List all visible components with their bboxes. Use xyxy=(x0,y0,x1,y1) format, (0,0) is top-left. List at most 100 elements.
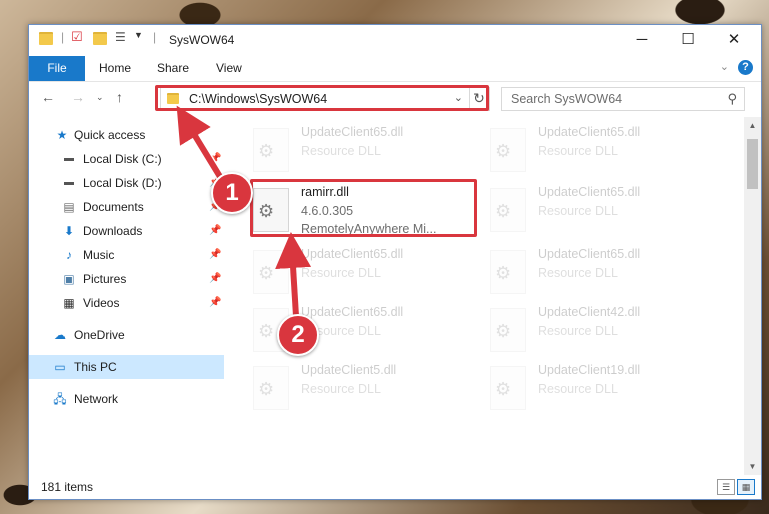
sidebar-item-videos[interactable]: ▦ Videos 📌 xyxy=(29,291,224,315)
sidebar-item-label: This PC xyxy=(74,360,117,374)
pin-icon[interactable]: 📌 xyxy=(209,243,221,267)
expand-ribbon-icon[interactable]: ⌄ xyxy=(720,60,729,73)
sidebar-item-label: Music xyxy=(83,248,115,262)
drive-icon: ▬ xyxy=(64,153,74,164)
tab-file[interactable]: File xyxy=(29,56,85,81)
window-title: SysWOW64 xyxy=(169,33,235,47)
sidebar-item-downloads[interactable]: ⬇ Downloads 📌 xyxy=(29,219,224,243)
folder-icon xyxy=(39,32,53,45)
file-item[interactable]: ⚙ UpdateClient65.dll Resource DLL xyxy=(253,247,483,303)
file-item[interactable]: ⚙ UpdateClient19.dll Resource DLL xyxy=(490,363,720,419)
navigation-pane: ★ Quick access ▬ Local Disk (C:) 📌 ▬ Loc… xyxy=(29,117,224,462)
dll-file-icon: ⚙ xyxy=(253,250,289,294)
file-item[interactable]: ⚙ UpdateClient65.dll Resource DLL xyxy=(490,125,720,181)
sidebar-item-local-disk-c[interactable]: ▬ Local Disk (C:) 📌 xyxy=(29,147,224,171)
scroll-down-icon[interactable]: ▼ xyxy=(744,458,761,475)
chevron-down-icon[interactable]: ▼ xyxy=(134,30,143,40)
forward-arrow-icon[interactable]: → xyxy=(71,89,85,105)
videos-icon: ▦ xyxy=(63,296,75,310)
separator: | xyxy=(153,30,157,44)
cloud-icon: ☁ xyxy=(54,328,66,342)
sidebar-item-onedrive[interactable]: ☁ OneDrive xyxy=(29,323,224,347)
up-arrow-icon[interactable]: ↑ xyxy=(116,89,123,105)
pictures-icon: ▣ xyxy=(63,272,75,286)
pin-icon[interactable]: 📌 xyxy=(209,147,221,171)
sidebar-item-label: Quick access xyxy=(74,128,146,142)
sidebar-item-music[interactable]: ♪ Music 📌 xyxy=(29,243,224,267)
tab-view[interactable]: View xyxy=(216,56,242,81)
callout-1: 1 xyxy=(211,172,253,214)
dll-file-icon: ⚙ xyxy=(253,128,289,172)
music-icon: ♪ xyxy=(66,248,72,262)
ribbon: File Home Share View ⌄ ? xyxy=(29,55,761,82)
file-description: Resource DLL xyxy=(538,266,618,280)
sidebar-item-label: Local Disk (D:) xyxy=(83,176,162,190)
sidebar-item-documents[interactable]: ▤ Documents 📌 xyxy=(29,195,224,219)
tab-home[interactable]: Home xyxy=(99,56,131,81)
file-item[interactable]: ⚙ UpdateClient65.dll Resource DLL xyxy=(253,125,483,181)
sidebar-item-pictures[interactable]: ▣ Pictures 📌 xyxy=(29,267,224,291)
minimize-button[interactable]: ─ xyxy=(619,25,665,55)
sidebar-item-label: Local Disk (C:) xyxy=(83,152,162,166)
computer-icon: ▭ xyxy=(54,360,66,374)
scroll-up-icon[interactable]: ▲ xyxy=(744,117,761,134)
sidebar-item-local-disk-d[interactable]: ▬ Local Disk (D:) 📌 xyxy=(29,171,224,195)
drive-icon: ▬ xyxy=(64,177,74,188)
documents-icon: ▤ xyxy=(63,200,75,214)
title-bar: | ☑ ☰ ▼ | SysWOW64 ─ ☐ ✕ xyxy=(29,25,761,55)
file-name: UpdateClient65.dll xyxy=(538,247,641,261)
file-item[interactable]: ⚙ UpdateClient65.dll Resource DLL xyxy=(490,247,720,303)
tab-share[interactable]: Share xyxy=(157,56,189,81)
file-item-ramirr[interactable]: ⚙ ramirr.dll 4.6.0.305 RemotelyAnywhere … xyxy=(250,179,483,241)
maximize-button[interactable]: ☐ xyxy=(665,25,711,55)
sidebar-item-label: Pictures xyxy=(83,272,127,286)
file-description: Resource DLL xyxy=(301,382,381,396)
dll-file-icon: ⚙ xyxy=(490,366,526,410)
file-item[interactable]: ⚙ UpdateClient65.dll Resource DLL xyxy=(490,185,720,241)
navigation-bar: ← → ⌄ ↑ C:\Windows\SysWOW64 ⌄ ↻ Search S… xyxy=(29,83,761,113)
sidebar-item-label: Downloads xyxy=(83,224,143,238)
close-button[interactable]: ✕ xyxy=(711,25,757,55)
address-highlight-box xyxy=(155,85,489,111)
sidebar-item-this-pc[interactable]: ▭ This PC xyxy=(29,355,224,379)
sidebar-item-label: Videos xyxy=(83,296,120,310)
pin-icon[interactable]: 📌 xyxy=(209,219,221,243)
pin-icon[interactable]: 📌 xyxy=(209,291,221,315)
file-highlight-box xyxy=(250,179,477,237)
file-name: UpdateClient65.dll xyxy=(538,185,641,199)
customize-icon[interactable]: ☰ xyxy=(115,30,126,44)
large-icons-view-icon[interactable]: ▦ xyxy=(737,479,755,495)
file-item[interactable]: ⚙ UpdateClient42.dll Resource DLL xyxy=(490,305,720,361)
file-description: Resource DLL xyxy=(538,144,618,158)
file-name: UpdateClient65.dll xyxy=(301,247,404,261)
file-name: UpdateClient19.dll xyxy=(538,363,641,377)
file-description: Resource DLL xyxy=(538,324,618,338)
recent-locations-chevron-icon[interactable]: ⌄ xyxy=(96,92,104,103)
sidebar-item-quick-access[interactable]: ★ Quick access xyxy=(29,123,224,147)
help-icon[interactable]: ? xyxy=(738,60,753,75)
pin-icon[interactable]: 📌 xyxy=(209,267,221,291)
file-description: Resource DLL xyxy=(301,144,381,158)
separator: | xyxy=(61,30,65,44)
file-item[interactable]: ⚙ UpdateClient5.dll Resource DLL xyxy=(253,363,483,419)
callout-2: 2 xyxy=(277,314,319,356)
properties-icon[interactable]: ☑ xyxy=(71,29,83,45)
dll-file-icon: ⚙ xyxy=(490,250,526,294)
dll-file-icon: ⚙ xyxy=(490,188,526,232)
file-description: Resource DLL xyxy=(301,266,381,280)
back-arrow-icon[interactable]: ← xyxy=(41,89,55,105)
file-name: UpdateClient65.dll xyxy=(538,125,641,139)
network-icon: 🖧 xyxy=(53,392,67,406)
file-explorer-window: | ☑ ☰ ▼ | SysWOW64 ─ ☐ ✕ File Home Share… xyxy=(28,24,762,500)
item-count: 181 items xyxy=(41,480,94,494)
details-view-icon[interactable]: ☰ xyxy=(717,479,735,495)
search-input[interactable]: Search SysWOW64 ⚲ xyxy=(501,87,745,111)
vertical-scrollbar[interactable]: ▲ ▼ xyxy=(744,117,761,475)
star-icon: ★ xyxy=(56,128,68,142)
new-folder-icon[interactable] xyxy=(93,32,107,45)
file-name: UpdateClient42.dll xyxy=(538,305,641,319)
file-description: Resource DLL xyxy=(538,382,618,396)
search-icon[interactable]: ⚲ xyxy=(727,91,737,107)
scrollbar-thumb[interactable] xyxy=(747,139,758,189)
sidebar-item-network[interactable]: 🖧 Network xyxy=(29,387,224,411)
